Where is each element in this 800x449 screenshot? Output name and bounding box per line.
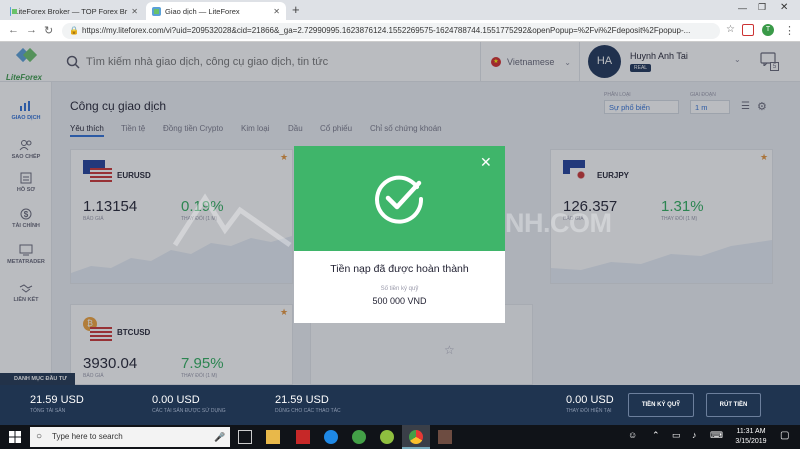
extension-icon[interactable]: [742, 24, 754, 36]
tab-title: LiteForex Broker — TOP Forex Br: [14, 6, 128, 16]
edge-icon[interactable]: [324, 430, 338, 444]
tab-title: Giao dịch — LiteForex: [165, 6, 240, 16]
used-assets-label: CÁC TÀI SẢN ĐƯỢC SỬ DỤNG: [152, 408, 226, 414]
browser-tab-bar: LiteForex Broker — TOP Forex Br ✕ Giao d…: [0, 0, 800, 20]
browser-tab-giao-dich[interactable]: Giao dịch — LiteForex ✕: [146, 2, 286, 20]
browser-menu-icon[interactable]: ⋮: [784, 24, 795, 37]
total-assets-value: 21.59 USD: [30, 394, 84, 406]
notification-center-icon[interactable]: ▢: [780, 430, 789, 441]
chevron-up-icon[interactable]: ⌃: [652, 430, 660, 441]
watermark-logo: [172, 193, 292, 248]
clock-date: 3/15/2019: [735, 438, 767, 445]
minimize-icon[interactable]: —: [738, 3, 747, 13]
forward-arrow-icon[interactable]: →: [26, 24, 37, 36]
modal-header: ✕: [294, 146, 505, 251]
new-tab-button[interactable]: +: [292, 2, 300, 17]
used-assets-value: 0.00 USD: [152, 394, 200, 406]
volume-icon[interactable]: ♪: [692, 430, 697, 440]
app-icon[interactable]: [380, 430, 394, 444]
clock-time: 11:31 AM: [736, 428, 766, 435]
bookmark-star-icon[interactable]: ☆: [726, 24, 735, 35]
search-icon: ○: [36, 431, 43, 442]
withdraw-button[interactable]: RÚT TIỀN: [706, 393, 761, 417]
check-circle-icon: [375, 175, 424, 224]
windows-start-icon[interactable]: [9, 431, 21, 443]
deposit-amount: 500 000 VND: [372, 296, 427, 306]
url-input[interactable]: 🔒 https://my.liteforex.com/vi?uid=209532…: [62, 23, 720, 39]
current-change-value: 0.00 USD: [566, 394, 614, 406]
url-text: https://my.liteforex.com/vi?uid=20953202…: [82, 26, 691, 35]
available-value: 21.59 USD: [275, 394, 329, 406]
app-icon[interactable]: [352, 430, 366, 444]
liteforex-favicon-icon: [152, 6, 161, 16]
app-icon[interactable]: [438, 430, 452, 444]
back-arrow-icon[interactable]: ←: [8, 24, 19, 36]
task-view-icon[interactable]: [238, 430, 252, 444]
total-assets-label: TỔNG TÀI SẢN: [30, 408, 66, 414]
close-tab-icon[interactable]: ✕: [131, 7, 138, 16]
chrome-taskbar-item[interactable]: [402, 425, 430, 449]
close-icon[interactable]: ✕: [480, 154, 492, 171]
available-label: DÙNG CHO CÁC THAO TÁC: [275, 408, 341, 414]
lock-icon: 🔒: [69, 26, 79, 35]
close-tab-icon[interactable]: ✕: [273, 7, 280, 16]
microphone-icon[interactable]: 🎤: [214, 427, 225, 447]
deposit-button[interactable]: TIỀN KÝ QUỸ: [628, 393, 694, 417]
network-icon[interactable]: ▭: [672, 430, 681, 441]
account-summary-bar: 21.59 USD TỔNG TÀI SẢN 0.00 USD CÁC TÀI …: [0, 385, 800, 425]
modal-message: Tiền nạp đã được hoàn thành: [330, 263, 469, 275]
deposit-amount-label: Số tiền ký quỹ: [380, 286, 419, 292]
window-close-icon[interactable]: ✕: [780, 2, 788, 13]
browser-address-bar: ← → ↻ 🔒 https://my.liteforex.com/vi?uid=…: [0, 20, 800, 42]
maximize-icon[interactable]: ❐: [758, 2, 766, 13]
people-icon[interactable]: ☺: [628, 430, 637, 440]
chrome-icon: [409, 430, 423, 444]
taskbar-search-placeholder: Type here to search: [52, 432, 123, 441]
windows-taskbar: ○ Type here to search 🎤 ☺ ⌃ ▭ ♪ ⌨ 11:31 …: [0, 425, 800, 449]
keyboard-icon[interactable]: ⌨: [710, 430, 723, 441]
mcafee-icon[interactable]: [296, 430, 310, 444]
profile-icon[interactable]: T: [762, 24, 774, 36]
system-clock[interactable]: 11:31 AM 3/15/2019: [730, 427, 772, 447]
deposit-success-modal: ✕ Tiền nạp đã được hoàn thành Số tiền ký…: [294, 146, 505, 323]
file-explorer-icon[interactable]: [266, 430, 280, 444]
current-change-label: THAY ĐỔI HIỆN TẠI: [566, 408, 612, 414]
browser-tab-liteforex-broker[interactable]: LiteForex Broker — TOP Forex Br ✕: [4, 2, 144, 20]
reload-icon[interactable]: ↻: [44, 24, 53, 37]
taskbar-search-input[interactable]: ○ Type here to search 🎤: [30, 427, 230, 447]
